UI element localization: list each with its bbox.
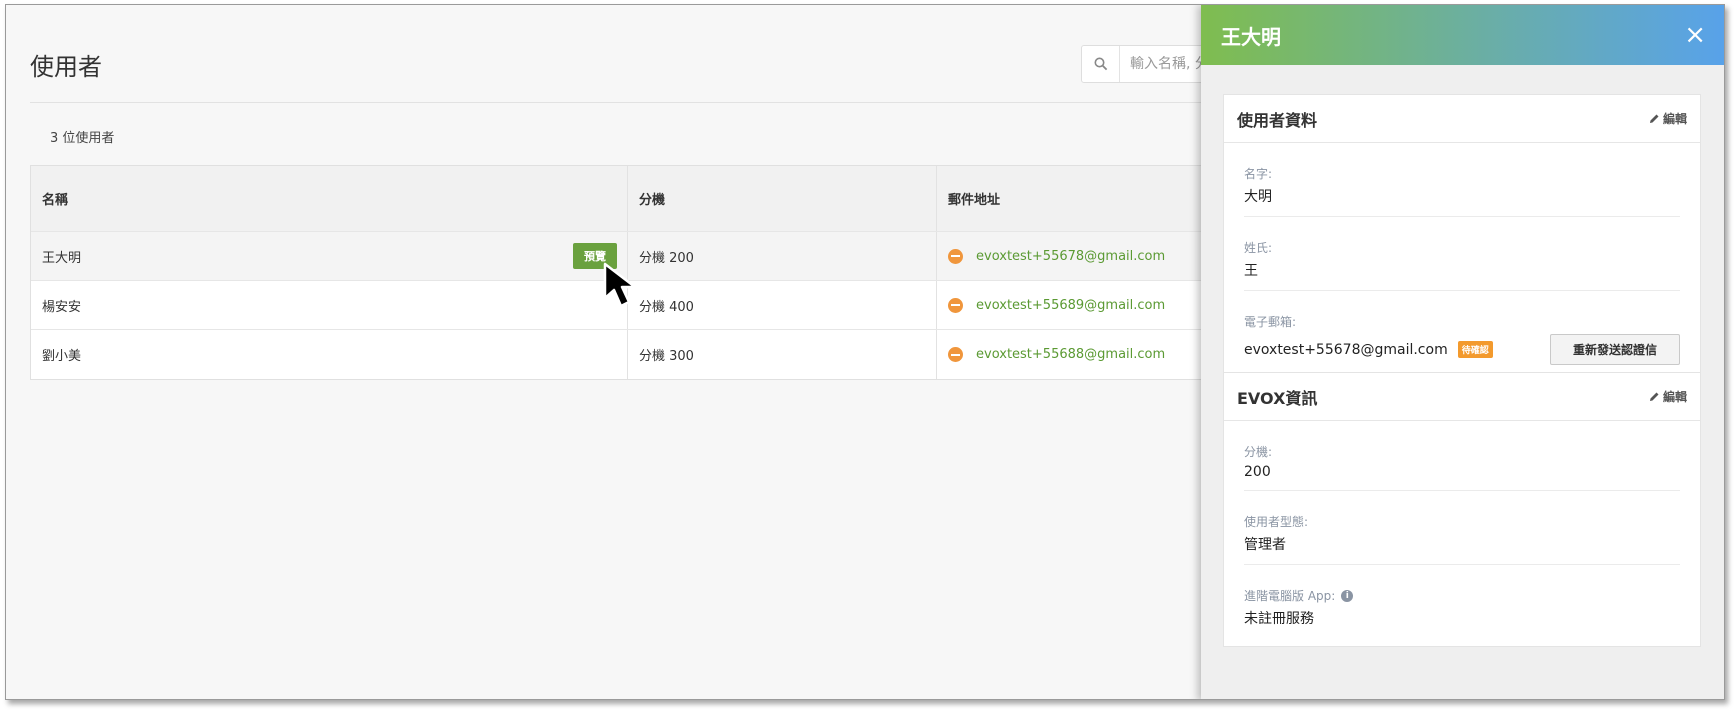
resend-verification-button[interactable]: 重新發送認證信	[1549, 334, 1680, 365]
user-name: 王大明	[42, 250, 82, 266]
search-icon	[1082, 46, 1120, 82]
edit-label: 編輯	[1662, 112, 1687, 126]
field-value: 大明	[1244, 189, 1272, 205]
user-name-cell: 王大明 預覽	[31, 232, 628, 280]
email-field: 電子郵箱: evoxtest+55678@gmail.com 待確認 重新發送認…	[1244, 291, 1680, 383]
divider	[30, 102, 1210, 103]
page-title: 使用者	[30, 53, 102, 81]
edit-button[interactable]: 編輯	[1649, 388, 1687, 405]
user-count: 3 位使用者	[50, 131, 115, 146]
pending-status-icon	[948, 347, 963, 362]
evox-info-card: EVOX資訊 編輯 分機: 200 使用者型態: 管理者 進階電腦版 App: …	[1223, 372, 1701, 647]
user-info-card: 使用者資料 編輯 名字: 大明 姓氏: 王 電子郵箱: evoxtest+556…	[1223, 94, 1701, 384]
user-name: 劉小美	[42, 349, 82, 364]
email-value-group: evoxtest+55678@gmail.com 待確認	[1244, 341, 1493, 358]
column-header-email[interactable]: 郵件地址	[937, 166, 1209, 231]
table-row[interactable]: 劉小美 分機 300 evoxtest+55688@gmail.com	[31, 330, 1209, 379]
pencil-icon	[1649, 114, 1659, 123]
last-name-field: 姓氏: 王	[1244, 217, 1680, 291]
close-icon[interactable]: ×	[1684, 22, 1706, 48]
extension-cell: 分機 200	[628, 232, 937, 280]
table-header: 名稱 分機 郵件地址	[31, 166, 1209, 232]
pencil-icon	[1649, 392, 1659, 401]
field-value: 200	[1244, 464, 1271, 480]
field-label: 進階電腦版 App: i	[1244, 587, 1680, 604]
field-label: 使用者型態:	[1244, 515, 1309, 529]
card-header: EVOX資訊 編輯	[1224, 373, 1700, 421]
pending-status-icon	[948, 297, 963, 313]
card-header: 使用者資料 編輯	[1224, 95, 1700, 143]
column-header-name[interactable]: 名稱	[31, 166, 628, 231]
user-name-cell: 劉小美	[31, 330, 628, 379]
user-name-cell: 楊安安	[31, 281, 628, 329]
email-cell: evoxtest+55689@gmail.com	[937, 281, 1209, 329]
user-type-field: 使用者型態: 管理者	[1244, 491, 1680, 565]
card-title: EVOX資訊	[1237, 388, 1318, 408]
column-header-extension[interactable]: 分機	[628, 166, 937, 231]
email-row: evoxtest+55678@gmail.com 待確認 重新發送認證信	[1244, 334, 1680, 365]
email-cell: evoxtest+55688@gmail.com	[937, 330, 1209, 379]
info-icon[interactable]: i	[1341, 589, 1354, 602]
first-name-field: 名字: 大明	[1244, 143, 1680, 217]
edit-button[interactable]: 編輯	[1649, 110, 1687, 127]
desktop-app-field: 進階電腦版 App: i 未註冊服務	[1244, 565, 1680, 646]
app-window: 使用者 3 位使用者 名稱 分機 郵件地址 王大明 預覽 分機 200 evox…	[5, 4, 1725, 700]
status-badge: 待確認	[1457, 341, 1493, 358]
email-link[interactable]: evoxtest+55678@gmail.com	[976, 249, 1165, 264]
panel-title: 王大明	[1221, 24, 1281, 49]
card-title: 使用者資料	[1237, 110, 1318, 130]
email-link[interactable]: evoxtest+55689@gmail.com	[976, 298, 1165, 313]
field-label: 電子郵箱:	[1244, 315, 1297, 329]
field-value: 管理者	[1244, 537, 1286, 553]
field-label: 姓氏:	[1244, 241, 1273, 255]
email-cell: evoxtest+55678@gmail.com	[937, 232, 1209, 280]
extension-field: 分機: 200	[1244, 421, 1680, 491]
mouse-cursor-icon	[603, 262, 637, 308]
user-name: 楊安安	[42, 299, 82, 315]
pending-status-icon	[948, 248, 963, 264]
user-detail-panel: 王大明 × 使用者資料 編輯 名字: 大明 姓氏: 王 電子郵箱: evoxte…	[1201, 5, 1724, 699]
email-link[interactable]: evoxtest+55688@gmail.com	[976, 347, 1165, 362]
edit-label: 編輯	[1662, 390, 1687, 404]
field-label: 名字:	[1244, 167, 1273, 181]
extension-cell: 分機 400	[628, 281, 937, 329]
panel-header: 王大明 ×	[1201, 5, 1724, 65]
extension-cell: 分機 300	[628, 330, 937, 379]
field-label: 分機:	[1244, 445, 1273, 459]
field-value: 未註冊服務	[1244, 611, 1314, 627]
field-value: 王	[1244, 263, 1258, 279]
email-value: evoxtest+55678@gmail.com	[1244, 341, 1448, 358]
app-label: 進階電腦版 App:	[1244, 589, 1336, 603]
